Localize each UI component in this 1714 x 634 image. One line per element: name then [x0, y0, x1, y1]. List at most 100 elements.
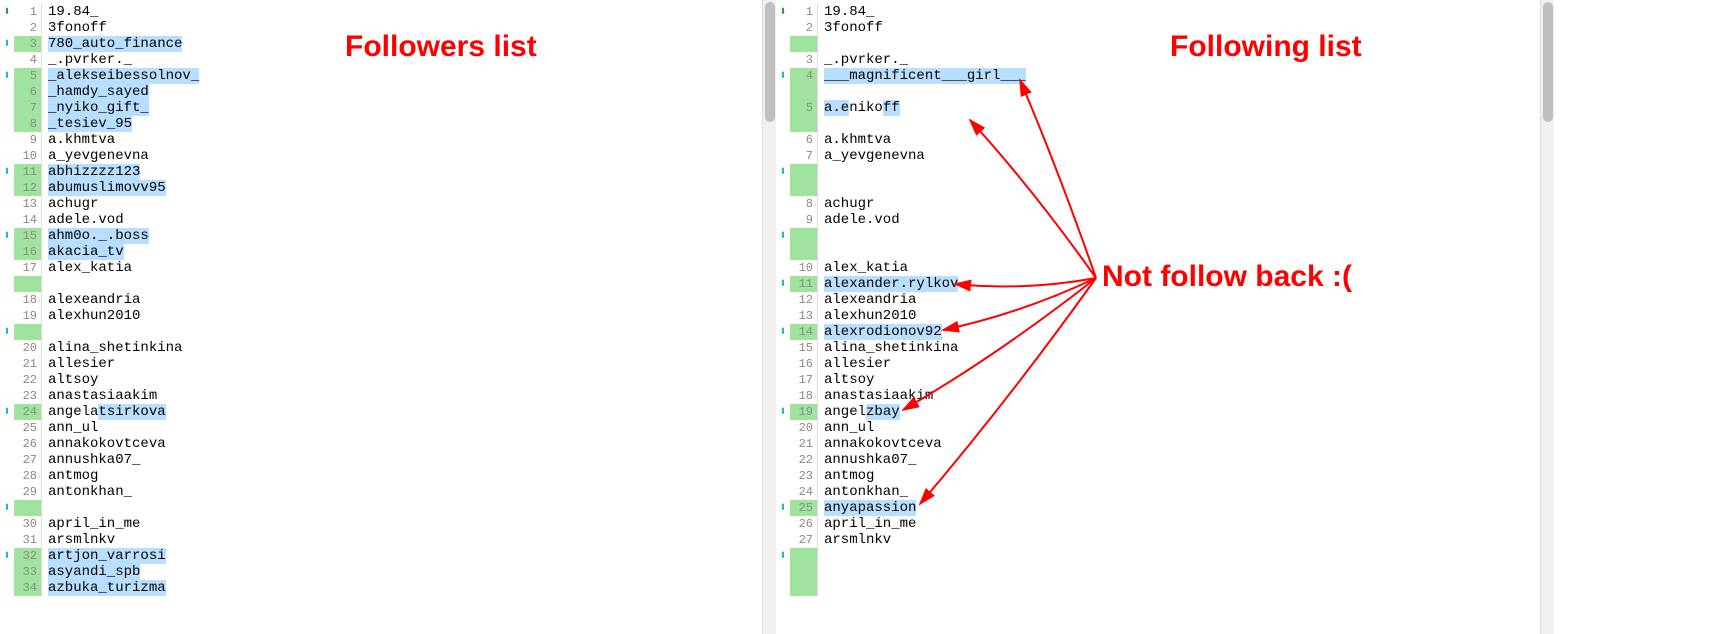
line-number: 13 — [790, 308, 818, 324]
code-line[interactable]: _.pvrker._ — [824, 52, 908, 68]
code-line[interactable]: anastasiaakim — [824, 388, 933, 404]
code-line[interactable]: akacia_tv — [48, 244, 124, 260]
diff-gap — [790, 228, 818, 244]
code-line[interactable]: a.khmtva — [48, 132, 115, 148]
code-line[interactable]: alina_shetinkina — [824, 340, 958, 356]
diff-gap — [790, 180, 818, 196]
diff-arrow-icon: ⬇ — [0, 68, 14, 84]
code-line[interactable]: _hamdy_sayed — [48, 84, 149, 100]
line-number: 14 — [14, 212, 42, 228]
line-number: 24 — [14, 404, 42, 420]
code-line[interactable]: a_yevgenevna — [824, 148, 925, 164]
code-line[interactable]: _nyiko_gift_ — [48, 100, 149, 116]
line-number: 9 — [790, 212, 818, 228]
line-number: 15 — [790, 340, 818, 356]
code-line[interactable]: ___magnificent___girl___ — [824, 68, 1026, 84]
diff-gap — [790, 548, 818, 564]
code-line[interactable]: adele.vod — [824, 212, 900, 228]
code-line[interactable]: allesier — [48, 356, 115, 372]
code-line[interactable]: 3fonoff — [48, 20, 107, 36]
scrollbar[interactable] — [762, 0, 776, 634]
code-line[interactable]: antmog — [48, 468, 98, 484]
diff-arrow-icon: ⬇ — [0, 548, 14, 564]
code-line[interactable]: altsoy — [48, 372, 98, 388]
line-number: 25 — [14, 420, 42, 436]
code-line[interactable]: abhizzzz123 — [48, 164, 140, 180]
code-line[interactable]: alexeandria — [48, 292, 140, 308]
code-line[interactable]: antmog — [824, 468, 874, 484]
code-line[interactable]: april_in_me — [48, 516, 140, 532]
code-line[interactable]: alina_shetinkina — [48, 340, 182, 356]
code-line[interactable]: arsmlnkv — [824, 532, 891, 548]
code-line[interactable]: annakokovtceva — [824, 436, 942, 452]
code-line[interactable]: alexhun2010 — [824, 308, 916, 324]
code-line[interactable]: ahm0o._.boss — [48, 228, 149, 244]
line-number: 32 — [14, 548, 42, 564]
line-number: 28 — [14, 468, 42, 484]
code-line[interactable]: 3fonoff — [824, 20, 883, 36]
diff-gap — [14, 276, 42, 292]
code-line[interactable]: ann_ul — [824, 420, 874, 436]
code-line[interactable]: artjon_varrosi — [48, 548, 166, 564]
line-number: 15 — [14, 228, 42, 244]
code-line[interactable]: ann_ul — [48, 420, 98, 436]
code-line[interactable]: 780_auto_finance — [48, 36, 182, 52]
code-line[interactable]: antonkhan_ — [824, 484, 908, 500]
followers-pane: ⬇119.84_23fonoff⬇3780_auto_finance4_.pvr… — [0, 0, 776, 634]
code-line[interactable]: antonkhan_ — [48, 484, 132, 500]
code-line[interactable]: azbuka_turizma — [48, 580, 166, 596]
diff-arrow-icon: ⬇ — [776, 276, 790, 292]
scrollbar-thumb[interactable] — [1543, 2, 1553, 122]
code-line[interactable]: altsoy — [824, 372, 874, 388]
line-number: 30 — [14, 516, 42, 532]
code-line[interactable]: _alekseibessolnov_ — [48, 68, 199, 84]
code-line[interactable]: alexander.rylkov — [824, 276, 958, 292]
code-line[interactable]: april_in_me — [824, 516, 916, 532]
line-number: 34 — [14, 580, 42, 596]
code-line[interactable]: anastasiaakim — [48, 388, 157, 404]
code-line[interactable]: _tesiev_95 — [48, 116, 132, 132]
code-line[interactable]: alexeandria — [824, 292, 916, 308]
code-line[interactable]: arsmlnkv — [48, 532, 115, 548]
code-line[interactable]: alexrodionov92 — [824, 324, 942, 340]
code-line[interactable]: 19.84_ — [824, 4, 874, 20]
line-number: 26 — [14, 436, 42, 452]
diff-arrow-icon: ⬇ — [0, 164, 14, 180]
code-line[interactable]: a.enikoff — [824, 100, 900, 116]
code-line[interactable]: alex_katia — [824, 260, 908, 276]
code-line[interactable]: a_yevgenevna — [48, 148, 149, 164]
code-line[interactable]: allesier — [824, 356, 891, 372]
line-number: 23 — [14, 388, 42, 404]
line-number: 1 — [790, 4, 818, 20]
code-line[interactable]: achugr — [824, 196, 874, 212]
line-number: 20 — [790, 420, 818, 436]
code-line[interactable]: _.pvrker._ — [48, 52, 132, 68]
code-line[interactable]: alex_katia — [48, 260, 132, 276]
code-line[interactable]: angelzbay — [824, 404, 900, 420]
diff-arrow-icon: ⬇ — [0, 404, 14, 420]
code-line[interactable]: abumuslimovv95 — [48, 180, 166, 196]
code-line[interactable]: 19.84_ — [48, 4, 98, 20]
code-line[interactable]: a.khmtva — [824, 132, 891, 148]
line-number: 18 — [790, 388, 818, 404]
code-line[interactable]: annushka07_ — [48, 452, 140, 468]
diff-arrow-icon: ⬇ — [776, 68, 790, 84]
line-number: 27 — [790, 532, 818, 548]
code-line[interactable]: achugr — [48, 196, 98, 212]
code-line[interactable]: annushka07_ — [824, 452, 916, 468]
line-number: 7 — [790, 148, 818, 164]
line-number: 10 — [790, 260, 818, 276]
code-line[interactable]: adele.vod — [48, 212, 124, 228]
line-number: 2 — [790, 20, 818, 36]
code-line[interactable]: annakokovtceva — [48, 436, 166, 452]
line-number: 7 — [14, 100, 42, 116]
code-line[interactable]: asyandi_spb — [48, 564, 140, 580]
line-number: 17 — [790, 372, 818, 388]
diff-gap — [790, 116, 818, 132]
code-line[interactable]: anyapassion — [824, 500, 916, 516]
scrollbar[interactable] — [1540, 0, 1554, 634]
line-number: 19 — [14, 308, 42, 324]
code-line[interactable]: alexhun2010 — [48, 308, 140, 324]
code-line[interactable]: angelatsirkova — [48, 404, 166, 420]
scrollbar-thumb[interactable] — [765, 2, 775, 122]
